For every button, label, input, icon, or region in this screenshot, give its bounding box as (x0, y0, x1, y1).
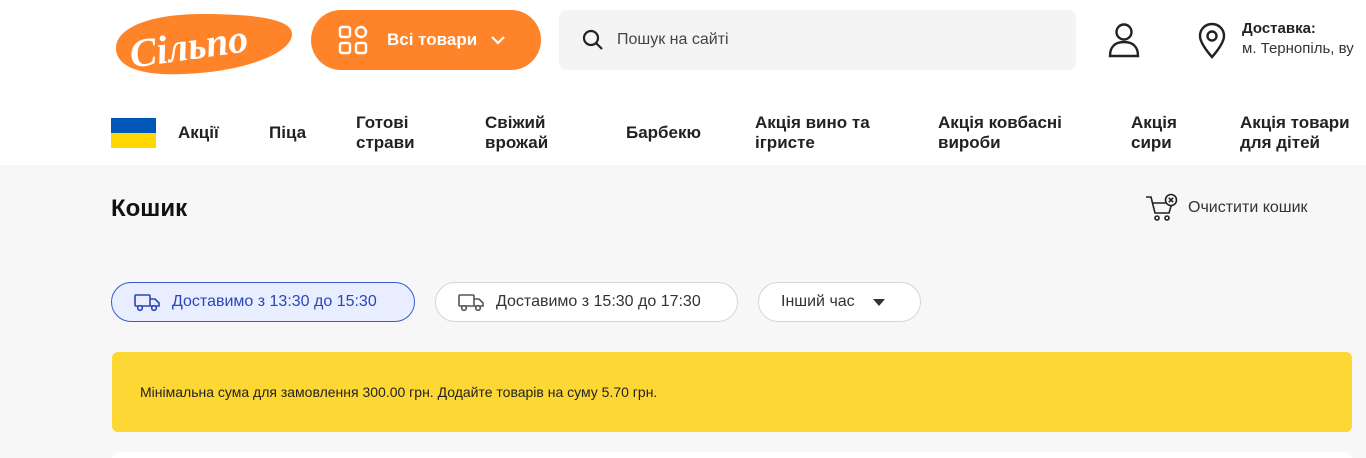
search-input[interactable] (617, 31, 1057, 49)
delivery-slot-1-label: Доставимо з 13:30 до 15:30 (172, 293, 377, 310)
nav-item-wine-promo[interactable]: Акція вино та ігристе (755, 113, 870, 153)
truck-icon (458, 294, 484, 312)
location-pin-icon[interactable] (1196, 22, 1228, 60)
min-order-notice: Мінімальна сума для замовлення 300.00 гр… (112, 352, 1352, 432)
grid-icon (338, 25, 368, 55)
chevron-down-icon (491, 36, 505, 45)
search-bar[interactable] (559, 10, 1076, 70)
nav-item-promotions[interactable]: Акції (178, 123, 219, 143)
nav-item-pizza[interactable]: Піца (269, 123, 306, 143)
ukraine-flag (111, 118, 156, 148)
cart-title: Кошик (111, 195, 188, 222)
other-time-dropdown[interactable]: Інший час (758, 282, 921, 322)
truck-icon (134, 294, 160, 312)
nav-item-fresh-harvest[interactable]: Свіжий врожай (485, 113, 548, 153)
all-goods-button[interactable]: Всі товари (311, 10, 541, 70)
nav-item-barbecue[interactable]: Барбекю (626, 123, 701, 143)
min-order-notice-text: Мінімальна сума для замовлення 300.00 гр… (140, 384, 658, 400)
delivery-slot-1[interactable]: Доставимо з 13:30 до 15:30 (111, 282, 415, 322)
clear-cart-label: Очистити кошик (1188, 199, 1308, 216)
delivery-slot-2[interactable]: Доставимо з 15:30 до 17:30 (435, 282, 738, 322)
other-time-label: Інший час (781, 293, 855, 310)
clear-cart-button[interactable]: Очистити кошик (1144, 193, 1308, 223)
nav-item-cheese-promo[interactable]: Акція сири (1131, 113, 1177, 153)
search-icon (582, 29, 603, 50)
delivery-info[interactable]: Доставка: м. Тернопіль, ву (1242, 20, 1366, 57)
delivery-address: м. Тернопіль, ву (1242, 40, 1354, 57)
cart-clear-icon (1146, 193, 1178, 221)
delivery-title: Доставка: (1242, 20, 1316, 37)
silpo-logo[interactable]: Сільпо (110, 10, 294, 76)
nav-item-kids-promo[interactable]: Акція товари для дітей (1240, 113, 1366, 153)
cart-items-card (112, 452, 1352, 458)
site-header: Сільпо Всі товари Доставка: м. Тернопіль… (0, 0, 1366, 165)
all-goods-label: Всі товари (387, 30, 478, 49)
delivery-slot-2-label: Доставимо з 15:30 до 17:30 (496, 293, 701, 310)
user-icon[interactable] (1107, 22, 1141, 58)
caret-down-icon (872, 298, 885, 306)
nav-item-ready-meals[interactable]: Готові страви (356, 113, 415, 153)
nav-item-sausage-promo[interactable]: Акція ковбасні вироби (938, 113, 1062, 153)
